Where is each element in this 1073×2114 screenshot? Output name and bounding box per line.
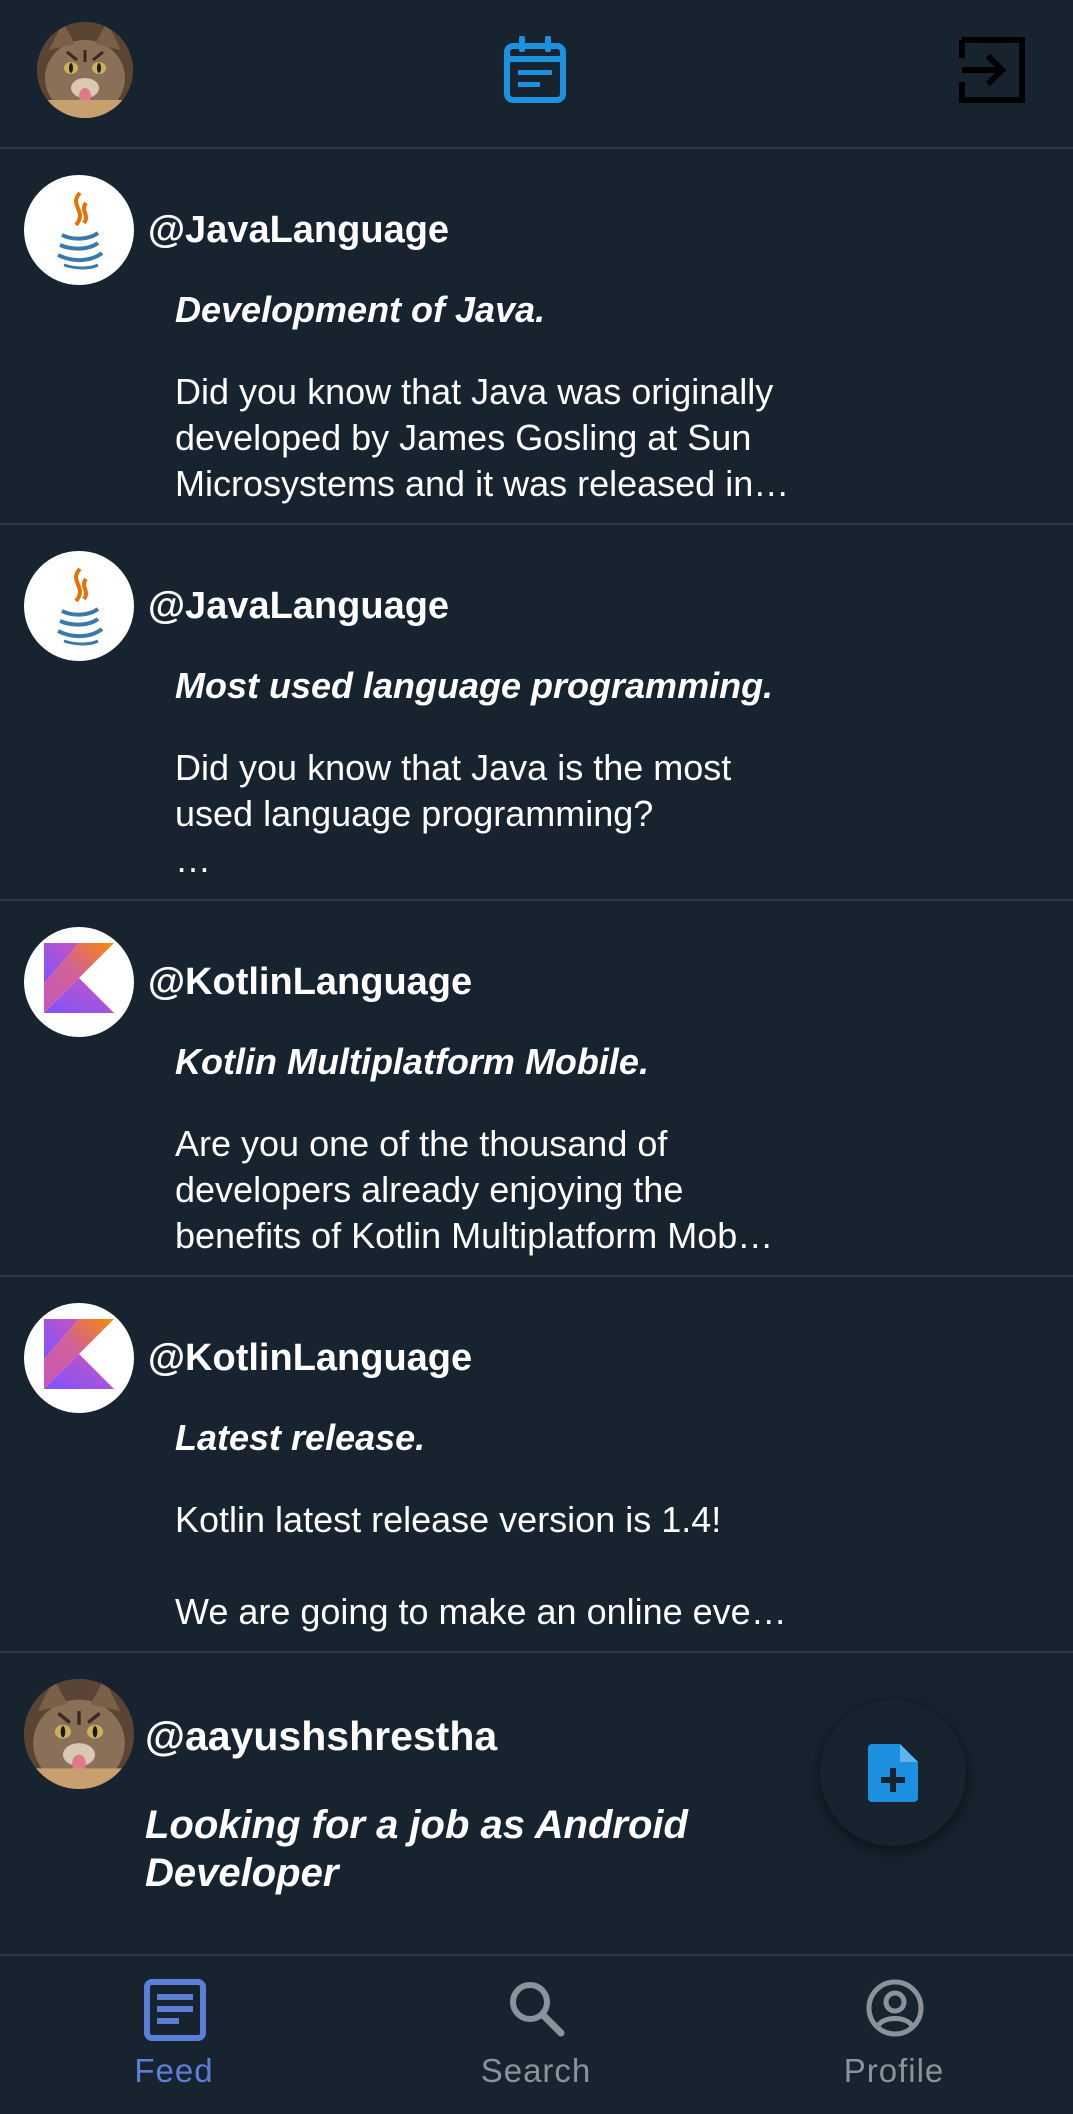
post-card[interactable]: @JavaLanguage Development of Java. Did y… — [0, 149, 1073, 525]
post-handle[interactable]: @JavaLanguage — [148, 585, 449, 628]
cat-avatar[interactable] — [24, 1679, 134, 1789]
post-card[interactable]: @JavaLanguage Most used language program… — [0, 525, 1073, 901]
nav-label-profile: Profile — [843, 2052, 945, 2089]
feed-list: @JavaLanguage Development of Java. Did y… — [0, 149, 1073, 1953]
post-card[interactable]: @KotlinLanguage Kotlin Multiplatform Mob… — [0, 901, 1073, 1277]
post-body: Are you one of the thousand of developer… — [175, 1123, 774, 1256]
post-title: Latest release. — [175, 1417, 426, 1458]
bottom-navigation: Feed Search Profile — [0, 1954, 1073, 2114]
kotlin-logo-avatar[interactable] — [24, 927, 134, 1037]
post-card[interactable]: @KotlinLanguage Latest release. Kotlin l… — [0, 1277, 1073, 1653]
profile-icon — [866, 1979, 924, 2037]
post-title: Kotlin Multiplatform Mobile. — [175, 1041, 649, 1082]
logout-icon[interactable] — [958, 36, 1028, 104]
java-logo-avatar[interactable] — [24, 551, 134, 661]
nav-item-feed[interactable]: Feed — [0, 1956, 358, 2114]
post-handle[interactable]: @JavaLanguage — [148, 209, 449, 252]
nav-label-search: Search — [480, 2052, 592, 2089]
post-body: Kotlin latest release version is 1.4! We… — [175, 1499, 787, 1632]
java-logo-avatar[interactable] — [24, 175, 134, 285]
kotlin-logo-icon — [44, 943, 114, 1013]
nav-item-profile[interactable]: Profile — [715, 1956, 1073, 2114]
top-app-bar — [0, 0, 1073, 149]
post-title: Looking for a job as Android Developer — [145, 1803, 688, 1895]
profile-avatar[interactable] — [37, 22, 133, 118]
add-post-button[interactable] — [820, 1700, 966, 1846]
kotlin-logo-avatar[interactable] — [24, 1303, 134, 1413]
post-body: Did you know that Java is the most used … — [175, 747, 732, 880]
search-icon — [510, 1982, 565, 2037]
add-post-icon — [868, 1744, 918, 1802]
post-title: Development of Java. — [175, 289, 546, 330]
nav-label-feed: Feed — [134, 2052, 214, 2089]
post-title: Most used language programming. — [175, 665, 774, 706]
post-handle[interactable]: @KotlinLanguage — [148, 1337, 472, 1380]
java-logo-icon — [57, 191, 104, 270]
post-body: Did you know that Java was originally de… — [175, 371, 790, 504]
kotlin-logo-icon — [44, 1319, 114, 1389]
calendar-icon[interactable] — [503, 34, 567, 104]
feed-icon — [144, 1979, 206, 2041]
java-logo-icon — [57, 567, 104, 646]
cat-avatar-icon — [24, 1679, 134, 1789]
cat-avatar-icon — [37, 22, 133, 118]
nav-item-search[interactable]: Search — [357, 1956, 715, 2114]
post-handle[interactable]: @KotlinLanguage — [148, 961, 472, 1004]
post-handle[interactable]: @aayushshrestha — [145, 1713, 497, 1760]
